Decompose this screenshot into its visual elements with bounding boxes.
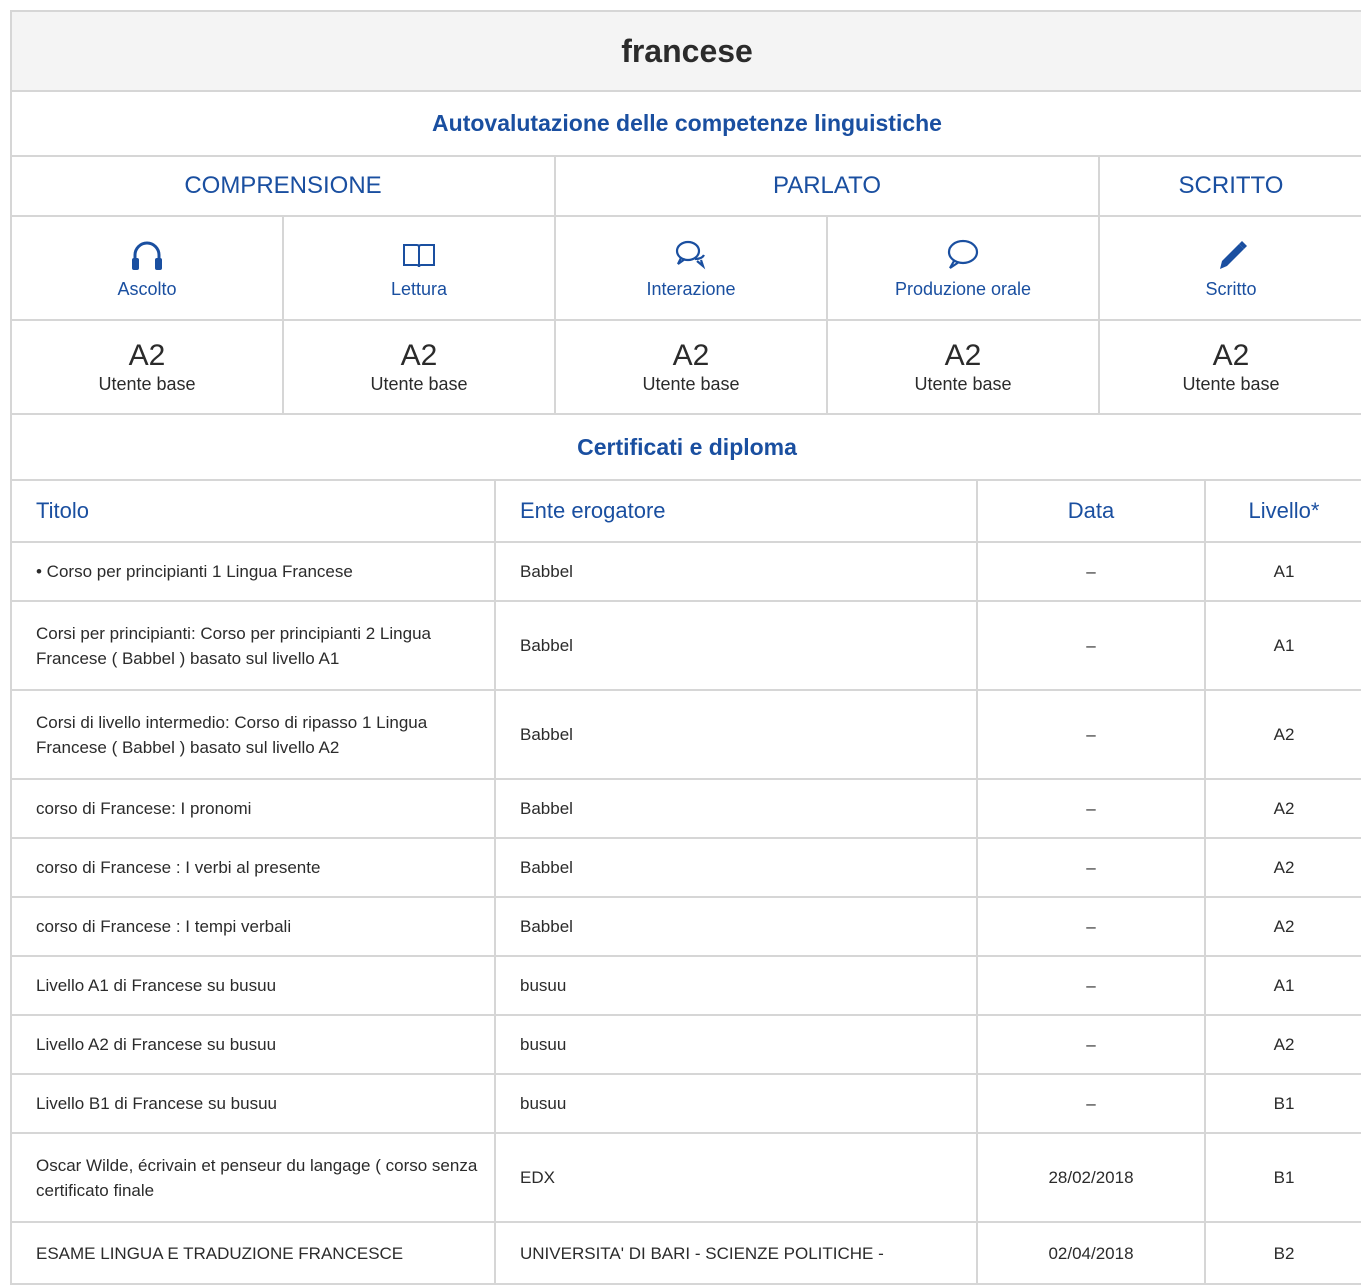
level-code: A2 — [672, 338, 710, 372]
speech-bubble-icon — [828, 237, 1098, 273]
skill-ascolto: Ascolto — [10, 215, 284, 321]
cert-level: A2 — [1203, 689, 1361, 780]
skill-label-interazione: Interazione — [646, 278, 736, 299]
cert-date: – — [976, 896, 1206, 957]
level-lettura: A2 Utente base — [282, 319, 556, 415]
level-interazione: A2 Utente base — [554, 319, 828, 415]
cert-level: A1 — [1203, 541, 1361, 602]
cert-title: Corsi di livello intermedio: Corso di ri… — [10, 689, 496, 780]
col-header-livello: Livello* — [1203, 479, 1361, 543]
table-row: corso di Francese : I verbi al presente … — [10, 837, 1361, 898]
skill-label-lettura: Lettura — [390, 278, 448, 299]
cert-issuer: Babbel — [494, 896, 978, 957]
level-description: Utente base — [370, 373, 468, 394]
cert-issuer: EDX — [494, 1132, 978, 1223]
level-produzione-orale: A2 Utente base — [826, 319, 1100, 415]
self-assessment-heading: Autovalutazione delle competenze linguis… — [9, 90, 1361, 157]
certificates-heading: Certificati e diploma — [9, 413, 1361, 481]
cert-date: – — [976, 955, 1206, 1016]
level-code: A2 — [944, 338, 982, 372]
cert-title: Livello A2 di Francese su busuu — [10, 1014, 496, 1075]
cert-date: – — [976, 837, 1206, 898]
cert-issuer: Babbel — [494, 541, 978, 602]
cert-title: Livello A1 di Francese su busuu — [10, 955, 496, 1016]
cert-date: – — [976, 778, 1206, 839]
cert-issuer: Babbel — [494, 837, 978, 898]
language-title: francese — [9, 10, 1361, 92]
cert-date: 02/04/2018 — [976, 1221, 1206, 1285]
cert-title: Corsi per principianti: Corso per princi… — [10, 600, 496, 691]
level-ascolto: A2 Utente base — [10, 319, 284, 415]
cert-issuer: Babbel — [494, 778, 978, 839]
col-header-titolo: Titolo — [10, 479, 496, 543]
cert-date: – — [976, 541, 1206, 602]
level-description: Utente base — [1182, 373, 1280, 394]
level-code: A2 — [1212, 338, 1250, 372]
cert-title: • Corso per principianti 1 Lingua France… — [10, 541, 496, 602]
cert-level: A1 — [1203, 955, 1361, 1016]
cert-level: A2 — [1203, 896, 1361, 957]
cert-issuer: Babbel — [494, 689, 978, 780]
open-book-icon — [284, 237, 554, 273]
cert-issuer: busuu — [494, 1014, 978, 1075]
cert-level: A2 — [1203, 837, 1361, 898]
skill-scritto: Scritto — [1097, 215, 1361, 321]
cert-level: A1 — [1203, 600, 1361, 691]
cert-level: B1 — [1203, 1132, 1361, 1223]
skill-label-produzione-orale: Produzione orale — [894, 278, 1032, 299]
cert-date: – — [976, 600, 1206, 691]
cert-issuer: UNIVERSITA' DI BARI - SCIENZE POLITICHE … — [494, 1221, 978, 1285]
level-description: Utente base — [98, 373, 196, 394]
cert-issuer: busuu — [494, 1073, 978, 1134]
skill-interazione: Interazione — [554, 215, 828, 321]
pencil-icon — [1100, 237, 1361, 273]
group-comprensione: COMPRENSIONE — [10, 155, 556, 217]
cert-level: B2 — [1203, 1221, 1361, 1285]
table-row: corso di Francese: I pronomi Babbel – A2 — [10, 778, 1361, 839]
group-parlato: PARLATO — [554, 155, 1100, 217]
language-table: francese Autovalutazione delle competenz… — [9, 10, 1361, 1285]
table-row: Livello B1 di Francese su busuu busuu – … — [10, 1073, 1361, 1134]
cert-title: ESAME LINGUA E TRADUZIONE FRANCESCE — [10, 1221, 496, 1285]
cert-date: 28/02/2018 — [976, 1132, 1206, 1223]
cert-date: – — [976, 689, 1206, 780]
col-header-ente: Ente erogatore — [494, 479, 978, 543]
cert-title: Oscar Wilde, écrivain et penseur du lang… — [10, 1132, 496, 1223]
table-row: • Corso per principianti 1 Lingua France… — [10, 541, 1361, 602]
table-row: Oscar Wilde, écrivain et penseur du lang… — [10, 1132, 1361, 1223]
cert-date: – — [976, 1014, 1206, 1075]
group-scritto: SCRITTO — [1097, 155, 1361, 217]
skill-lettura: Lettura — [282, 215, 556, 321]
cert-date: – — [976, 1073, 1206, 1134]
col-header-data: Data — [976, 479, 1206, 543]
language-card: francese Autovalutazione delle competenz… — [0, 0, 1361, 1285]
cert-level: A2 — [1203, 1014, 1361, 1075]
level-scritto: A2 Utente base — [1097, 319, 1361, 415]
skill-label-ascolto: Ascolto — [117, 278, 177, 299]
cert-issuer: busuu — [494, 955, 978, 1016]
cert-level: A2 — [1203, 778, 1361, 839]
table-row: Corsi per principianti: Corso per princi… — [10, 600, 1361, 691]
table-row: Livello A2 di Francese su busuu busuu – … — [10, 1014, 1361, 1075]
chat-bubbles-icon — [556, 237, 826, 273]
level-description: Utente base — [914, 373, 1012, 394]
table-row: Livello A1 di Francese su busuu busuu – … — [10, 955, 1361, 1016]
table-row: ESAME LINGUA E TRADUZIONE FRANCESCE UNIV… — [10, 1221, 1361, 1285]
cert-title: corso di Francese: I pronomi — [10, 778, 496, 839]
table-row: corso di Francese : I tempi verbali Babb… — [10, 896, 1361, 957]
cert-title: Livello B1 di Francese su busuu — [10, 1073, 496, 1134]
cert-issuer: Babbel — [494, 600, 978, 691]
cert-level: B1 — [1203, 1073, 1361, 1134]
level-code: A2 — [400, 338, 438, 372]
cert-title: corso di Francese : I verbi al presente — [10, 837, 496, 898]
table-row: Corsi di livello intermedio: Corso di ri… — [10, 689, 1361, 780]
level-description: Utente base — [642, 373, 740, 394]
cert-title: corso di Francese : I tempi verbali — [10, 896, 496, 957]
skill-label-scritto: Scritto — [1205, 278, 1257, 299]
level-code: A2 — [128, 338, 166, 372]
skill-produzione-orale: Produzione orale — [826, 215, 1100, 321]
headphones-icon — [12, 237, 282, 273]
